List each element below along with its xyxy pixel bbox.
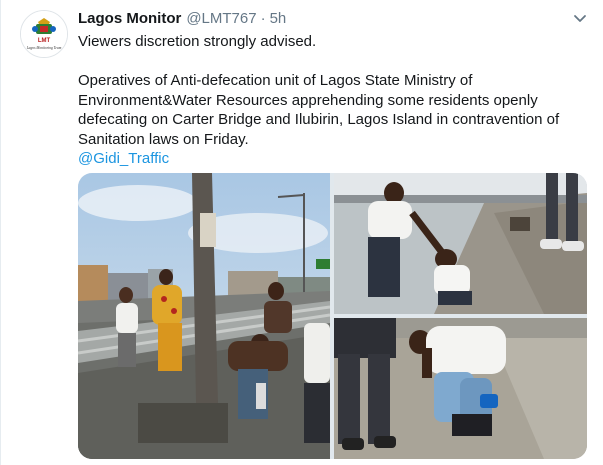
media-grid (78, 173, 587, 459)
tweet-timestamp[interactable]: 5h (270, 10, 287, 27)
tweet-header: Lagos Monitor @LMT767 · 5h (78, 10, 286, 30)
tweet-text-line: Sanitation laws on Friday. (78, 130, 249, 148)
svg-text:Lagos Monitoring Team: Lagos Monitoring Team (26, 46, 62, 50)
svg-text:LMT: LMT (38, 38, 51, 44)
tweet-text-line: defecating on Carter Bridge and Ilubirin… (78, 111, 560, 128)
tweet-card[interactable]: LMT Lagos Monitoring Team Lagos Monitor … (0, 0, 603, 465)
chevron-down-icon[interactable] (572, 10, 588, 26)
mention-link[interactable]: @Gidi_Traffic (78, 150, 169, 167)
photo-crouching-resident[interactable] (334, 318, 587, 459)
user-handle[interactable]: @LMT767 (186, 10, 256, 27)
tweet-text-line: Environment&Water Resources apprehending… (78, 91, 538, 109)
lagos-monitor-logo: LMT Lagos Monitoring Team (21, 11, 67, 57)
display-name[interactable]: Lagos Monitor (78, 10, 181, 27)
separator-dot: · (260, 10, 266, 27)
tweet-text-line: Operatives of Anti-defecation unit of La… (78, 72, 473, 89)
photo-bridge-arrest[interactable] (334, 173, 587, 314)
photo-bridge-pole[interactable] (78, 173, 330, 459)
tweet-text-line: Viewers discretion strongly advised. (78, 33, 317, 50)
avatar[interactable]: LMT Lagos Monitoring Team (20, 10, 68, 58)
tweet-text: Viewers discretion strongly advised. Ope… (78, 32, 593, 169)
